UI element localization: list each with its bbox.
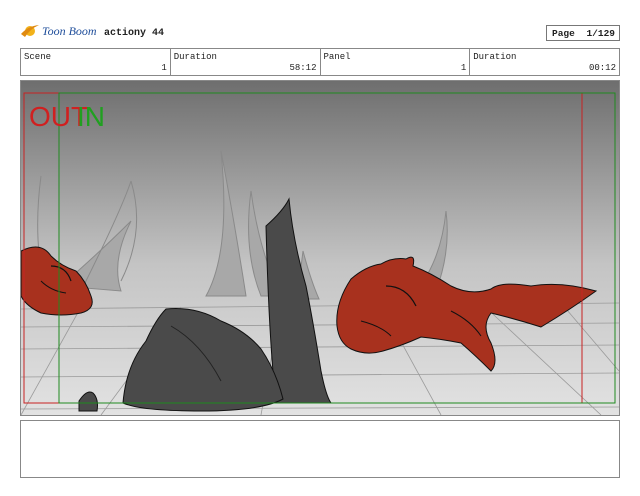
scene-duration-label: Duration — [173, 52, 217, 62]
scene-cell: Scene 1 — [21, 49, 171, 75]
panel-notes-box[interactable] — [20, 420, 620, 478]
project-name: actiony 44 — [104, 28, 165, 39]
toon-boom-logo: Toon Boom — [20, 22, 97, 40]
panel-value: 1 — [460, 63, 467, 73]
sun-icon — [21, 25, 39, 37]
page-label: Page — [552, 28, 575, 39]
panel-duration-label: Duration — [473, 52, 517, 62]
panel-cell: Panel 1 — [321, 49, 471, 75]
scene-duration-value: 58:12 — [289, 63, 317, 73]
in-marker: IN — [77, 101, 105, 132]
page-value: 1/129 — [586, 28, 615, 39]
storyboard-panel[interactable]: OUT IN — [20, 80, 620, 416]
logo-text: Toon Boom — [42, 23, 97, 38]
panel-duration-value: 00:12 — [588, 63, 616, 73]
panel-drawing — [21, 81, 619, 415]
scene-duration-cell: Duration 58:12 — [171, 49, 321, 75]
scene-label: Scene — [24, 52, 52, 62]
panel-duration-cell: Duration 00:12 — [470, 49, 619, 75]
page-header: Toon Boom actiony 44 Page 1/129 — [20, 22, 620, 44]
panel-info-table: Scene 1 Duration 58:12 Panel 1 Duration … — [20, 48, 620, 76]
panel-label: Panel — [323, 52, 351, 62]
page-counter: Page 1/129 — [546, 25, 620, 41]
scene-value: 1 — [161, 63, 167, 73]
